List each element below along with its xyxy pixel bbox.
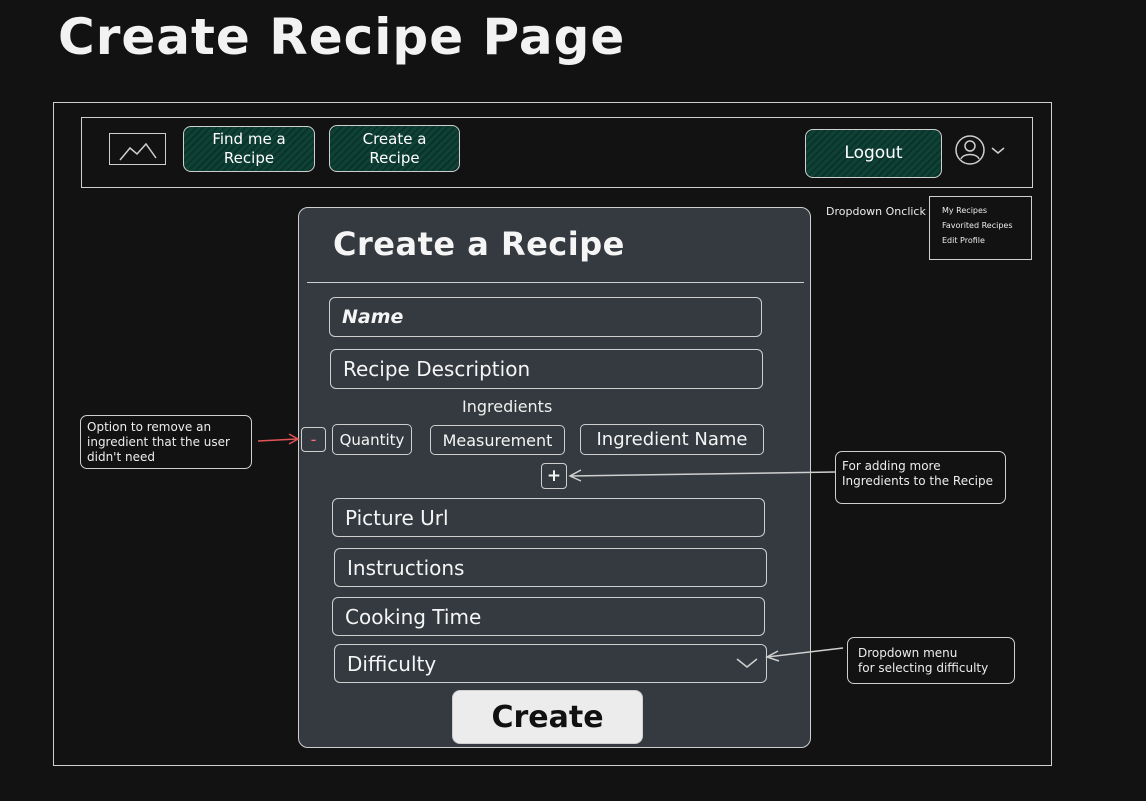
difficulty-dropdown-annotation: Dropdown menu for selecting difficulty <box>847 637 1015 684</box>
ingredients-label: Ingredients <box>462 397 553 416</box>
add-ingredient-button[interactable]: + <box>541 463 567 489</box>
picture-url-input[interactable]: Picture Url <box>332 498 765 537</box>
quantity-input[interactable]: Quantity <box>332 424 412 455</box>
dropdown-onclick-note: Dropdown Onclick <box>826 205 926 218</box>
add-ingredient-annotation: For adding more Ingredients to the Recip… <box>835 451 1006 504</box>
card-divider <box>307 282 804 283</box>
measurement-input[interactable]: Measurement <box>430 425 565 455</box>
logout-button[interactable]: Logout <box>805 129 942 178</box>
create-recipe-button[interactable]: Create a Recipe <box>329 125 460 172</box>
name-input[interactable]: Name <box>329 297 762 337</box>
page-title: Create Recipe Page <box>58 8 626 66</box>
remove-ingredient-button[interactable]: - <box>301 427 326 452</box>
dropdown-item-my-recipes[interactable]: My Recipes <box>942 205 1031 216</box>
cooking-time-input[interactable]: Cooking Time <box>332 597 765 636</box>
instructions-input[interactable]: Instructions <box>334 548 767 587</box>
dropdown-item-edit-profile[interactable]: Edit Profile <box>942 235 1031 246</box>
dropdown-item-favorited-recipes[interactable]: Favorited Recipes <box>942 220 1031 231</box>
profile-dropdown-menu: My Recipes Favorited Recipes Edit Profil… <box>929 196 1032 260</box>
logo-image-icon[interactable] <box>109 133 166 165</box>
difficulty-select[interactable]: Difficulty <box>334 644 767 683</box>
difficulty-chevron-down-icon[interactable] <box>734 655 760 669</box>
ingredient-name-input[interactable]: Ingredient Name <box>580 424 764 455</box>
create-button[interactable]: Create <box>452 690 643 744</box>
recipe-description-input[interactable]: Recipe Description <box>330 349 763 389</box>
find-recipe-button[interactable]: Find me a Recipe <box>183 126 315 172</box>
remove-ingredient-annotation: Option to remove an ingredient that the … <box>80 415 252 469</box>
user-avatar-icon[interactable] <box>954 134 986 166</box>
chevron-down-icon[interactable] <box>989 142 1007 154</box>
card-title: Create a Recipe <box>333 225 625 263</box>
